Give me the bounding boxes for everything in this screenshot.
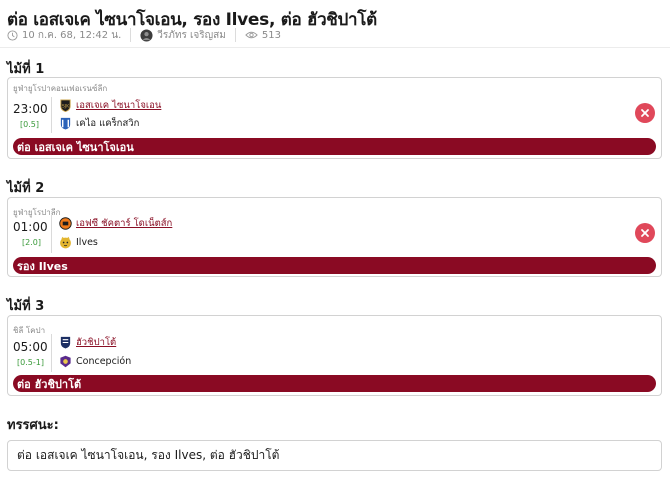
home-team-link[interactable]: เอสเจเค ไซนาโจเอน <box>76 98 161 113</box>
eye-icon <box>245 30 258 40</box>
column-divider <box>51 334 52 372</box>
home-team: ฮัวชิปาโต้ <box>59 335 116 349</box>
concepcion-crest-icon <box>59 355 72 368</box>
home-team-link[interactable]: เอฟซี ชัคตาร์ โดเน็ตส์ก <box>76 216 172 231</box>
kickoff-time: 23:00 <box>13 102 48 116</box>
handicap: [0.5] <box>20 120 39 129</box>
author-avatar[interactable] <box>140 28 153 42</box>
handicap: [2.0] <box>22 238 41 247</box>
shakhtar-crest-icon <box>59 216 72 230</box>
header-divider <box>0 47 670 48</box>
svg-text:SJK: SJK <box>62 103 70 109</box>
away-team: เคไอ แคร็กสวิก <box>59 116 139 130</box>
ilves-crest-icon <box>59 236 72 249</box>
match-2-label: ไม้ที่ 2 <box>7 181 45 196</box>
home-team: SJK เอสเจเค ไซนาโจเอน <box>59 98 161 112</box>
match-3-label: ไม้ที่ 3 <box>7 299 45 314</box>
tip-banner: รอง Ilves <box>13 257 656 274</box>
away-team-name: Concepción <box>76 355 132 367</box>
away-team-name: Ilves <box>76 236 98 248</box>
view-count: 513 <box>261 29 281 41</box>
column-divider <box>51 97 52 133</box>
match-3-card: ชิลี โคปา 05:00 [0.5-1] ฮัวชิปาโต้ Conce… <box>7 315 662 396</box>
away-team: Ilves <box>59 235 98 249</box>
remove-match-button[interactable] <box>635 103 655 123</box>
tip-banner: ต่อ เอสเจเค ไซนาโจเอน <box>13 138 656 155</box>
tip-banner: ต่อ ฮัวชิปาโต้ <box>13 375 656 392</box>
meta-divider <box>130 28 132 42</box>
remove-match-button[interactable] <box>635 223 655 243</box>
sjk-crest-icon: SJK <box>59 98 72 112</box>
home-team: เอฟซี ชัคตาร์ โดเน็ตส์ก <box>59 216 172 230</box>
meta-divider <box>234 28 236 42</box>
article-meta: 10 ก.ค. 68, 12:42 น. วีรภัทร เจริญสม 513 <box>7 27 281 43</box>
publish-date: 10 ก.ค. 68, 12:42 น. <box>22 29 122 41</box>
match-2-card: ยูฟ่ายูโรปาลีก 01:00 [2.0] เอฟซี ชัคตาร์… <box>7 197 662 277</box>
away-team-name: เคไอ แคร็กสวิก <box>76 117 140 129</box>
author-name[interactable]: วีรภัทร เจริญสม <box>157 28 226 43</box>
close-icon <box>641 229 649 237</box>
league-name: ชิลี โคปา <box>13 326 46 335</box>
kickoff-time: 05:00 <box>13 340 48 354</box>
column-divider <box>51 215 52 253</box>
league-name: ยูฟ่ายูโรปาลีก <box>13 208 61 217</box>
summary-box: ต่อ เอสเจเค ไซนาโจเอน, รอง Ilves, ต่อ ฮั… <box>7 440 662 471</box>
ki-klaksvik-crest-icon <box>59 117 72 130</box>
match-1-label: ไม้ที่ 1 <box>7 62 45 77</box>
kickoff-time: 01:00 <box>13 220 48 234</box>
home-team-link[interactable]: ฮัวชิปาโต้ <box>76 335 116 350</box>
huachipato-crest-icon <box>59 336 72 349</box>
away-team: Concepción <box>59 354 131 368</box>
handicap: [0.5-1] <box>17 358 44 367</box>
summary-label: ทรรศนะ: <box>7 418 59 433</box>
clock-icon <box>7 29 18 41</box>
league-name: ยูฟ่ายูโรปาคอนเฟอเรนซ์ลีก <box>13 84 108 93</box>
close-icon <box>641 109 649 117</box>
match-1-card: ยูฟ่ายูโรปาคอนเฟอเรนซ์ลีก 23:00 [0.5] SJ… <box>7 77 662 159</box>
